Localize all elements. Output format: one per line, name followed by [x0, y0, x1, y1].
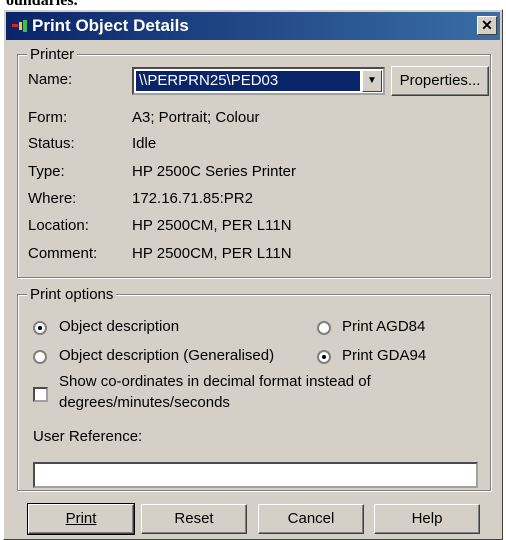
status-value: Idle — [132, 135, 157, 152]
print-agd84-label[interactable]: Print AGD84 — [342, 318, 425, 335]
print-gda94-label[interactable]: Print GDA94 — [342, 347, 426, 364]
printer-name-select[interactable]: \\PERPRN25\PED03 ▼ — [132, 67, 385, 95]
print-button-label: Print — [65, 510, 97, 527]
printer-group-legend: Printer — [27, 46, 78, 63]
comment-value: HP 2500CM, PER L11N — [132, 245, 292, 262]
title-bar[interactable]: Print Object Details ✕ — [6, 12, 500, 40]
name-label: Name: — [28, 71, 73, 88]
print-object-details-dialog: Print Object Details ✕ Printer Name: \\P… — [3, 9, 503, 540]
where-label: Where: — [28, 190, 77, 207]
print-button[interactable]: Print — [27, 503, 135, 535]
user-reference-label: User Reference: — [33, 428, 143, 445]
cancel-button-label: Cancel — [287, 510, 335, 527]
decimal-format-label-line1[interactable]: Show co-ordinates in decimal format inst… — [59, 373, 371, 390]
location-label: Location: — [28, 217, 89, 234]
object-description-label[interactable]: Object description — [59, 318, 179, 335]
chevron-down-icon[interactable]: ▼ — [362, 70, 382, 92]
comment-label: Comment: — [28, 245, 98, 262]
window-title: Print Object Details — [32, 16, 189, 35]
print-options-legend: Print options — [27, 286, 117, 303]
object-description-radio[interactable] — [33, 321, 47, 335]
object-description-generalised-label[interactable]: Object description (Generalised) — [59, 347, 274, 364]
help-button-label: Help — [411, 510, 443, 527]
cancel-button[interactable]: Cancel — [258, 504, 364, 534]
reset-button-label: Reset — [174, 510, 214, 527]
decimal-format-label-line2[interactable]: degrees/minutes/seconds — [59, 394, 230, 411]
properties-button[interactable]: Properties... — [391, 66, 489, 96]
close-button[interactable]: ✕ — [477, 16, 497, 35]
app-icon — [12, 20, 27, 32]
top-strip: oundaries. — [0, 0, 506, 9]
print-agd84-radio[interactable] — [317, 321, 331, 335]
form-label: Form: — [28, 109, 68, 126]
reset-button[interactable]: Reset — [141, 504, 247, 534]
status-label: Status: — [28, 135, 75, 152]
decimal-format-checkbox[interactable] — [33, 387, 48, 402]
print-gda94-radio[interactable] — [317, 350, 331, 364]
location-value: HP 2500CM, PER L11N — [132, 217, 292, 234]
object-description-generalised-radio[interactable] — [33, 350, 47, 364]
type-label: Type: — [28, 163, 65, 180]
where-value: 172.16.71.85:PR2 — [132, 190, 253, 207]
close-icon: ✕ — [481, 17, 493, 33]
form-value: A3; Portrait; Colour — [132, 109, 260, 126]
properties-button-label: Properties... — [399, 72, 481, 89]
help-button[interactable]: Help — [374, 504, 480, 534]
type-value: HP 2500C Series Printer — [132, 163, 296, 180]
user-reference-input[interactable] — [33, 462, 478, 488]
printer-name-value: \\PERPRN25\PED03 — [136, 71, 360, 91]
